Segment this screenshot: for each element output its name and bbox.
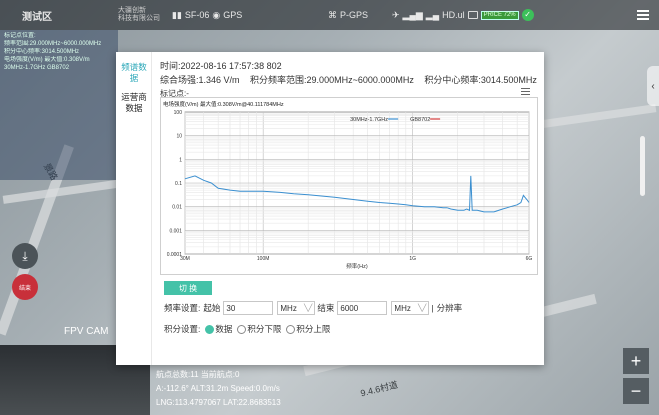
- start-frequency-input[interactable]: [223, 301, 274, 315]
- measurement-time: 时间:2022-08-16 17:57:38 802: [160, 61, 282, 71]
- chevron-down-icon: ╲╱: [417, 305, 427, 312]
- overlay-line: 积分中心频率:3014.500MHz: [4, 49, 80, 55]
- hd-signal-icon: ▂▄: [425, 9, 440, 20]
- menu-icon[interactable]: [637, 10, 649, 20]
- switch-button[interactable]: 切 换: [164, 281, 212, 295]
- frequency-settings-row: 频率设置: 起始 MHz ╲╱ 结束 MHz ╲╱ | 分辨率: [164, 300, 465, 316]
- x-tick-label: 1G: [409, 256, 416, 262]
- spectrum-chart: 100 10 1 0.1 0.01 0.001 0.0001 30M 100M 1G 6G 频率(Hz…: [160, 97, 538, 275]
- drone-signal-icon: ✈: [392, 9, 400, 20]
- y-tick-label: 1: [179, 157, 182, 163]
- legend-label: 30MHz-1.7GHz: [350, 117, 388, 123]
- zoom-out-button[interactable]: −: [623, 378, 649, 404]
- check-icon: ✓: [521, 9, 534, 21]
- top-status-bar: 测试区 大疆创新 科技有限公司 ▮▮ SF-06 ◉ GPS ⌘ P-GPS ✈ …: [0, 0, 659, 30]
- y-tick-label: 0.01: [172, 205, 182, 211]
- pgps-label: P-GPS: [340, 10, 369, 20]
- y-tick-label: 0.001: [169, 228, 182, 234]
- dialog-content: 时间:2022-08-16 17:57:38 802 综合场强:1.346 V/…: [160, 52, 540, 365]
- measurement-overlay: 标记点位置: 频率范围:29.000MHz~6000.000MHz 积分中心频率…: [0, 30, 118, 180]
- overlay-line: 标记点位置:: [4, 33, 36, 39]
- x-axis-label: 频率(Hz): [346, 262, 368, 270]
- flight-info-panel: 航点总数:11 当前航点:0 A:-112.6° ALT:31.2m Speed…: [150, 366, 350, 415]
- start-unit-select[interactable]: MHz ╲╱: [277, 301, 316, 315]
- separator: |: [431, 303, 434, 313]
- freq-settings-label: 频率设置:: [164, 303, 201, 313]
- y-tick-label: 0.1: [175, 181, 182, 187]
- spectrum-dialog: 频谱数据 运营商数据 时间:2022-08-16 17:57:38 802 综合…: [116, 52, 544, 365]
- center-frequency: 积分中心频率:3014.500MHz: [424, 75, 537, 85]
- gps-label: GPS: [223, 10, 243, 20]
- chevron-down-icon: ╲╱: [303, 305, 313, 312]
- radio-unchecked-icon: [286, 324, 296, 334]
- fpv-label: FPV CAM: [64, 326, 109, 337]
- dialog-tab-bar: 频谱数据 运营商数据: [116, 52, 152, 365]
- unit-value: MHz: [394, 303, 411, 313]
- x-tick-label: 100M: [257, 256, 270, 262]
- altitude-info: A:-112.6° ALT:31.2m Speed:0.0m/s: [156, 384, 280, 393]
- download-icon: ⤓: [22, 248, 28, 263]
- spectrum-chart-svg: 1001010.10.010.0010.000130M 100M 1G 6G频率(Hz…: [163, 100, 533, 270]
- hd-label: HD.ul: [442, 10, 465, 20]
- chart-menu-icon[interactable]: [521, 88, 530, 96]
- summary-line: 综合场强:1.346 V/m 积分频率范围:29.000MHz~6000.000…: [160, 73, 545, 86]
- x-tick-label: 6G: [526, 256, 533, 262]
- y-tick-label: 100: [174, 110, 183, 116]
- scroll-handle[interactable]: [640, 136, 645, 196]
- radio-upper-limit[interactable]: 积分上限: [281, 323, 330, 335]
- zoom-in-button[interactable]: +: [623, 348, 649, 374]
- remote-controller-icon: ▮▮: [172, 9, 182, 20]
- radio-lower-limit[interactable]: 积分下限: [232, 323, 281, 335]
- signal-status: ✈ ▂▄▆ ▂▄ HD.ul PRICE 72% ✓: [392, 0, 534, 30]
- radio-label: 积分下限: [247, 324, 282, 334]
- radio-unchecked-icon: [237, 324, 247, 334]
- start-label: 起始: [203, 303, 221, 313]
- radio-label: 积分上限: [296, 324, 331, 334]
- radio-checked-icon: [205, 324, 215, 334]
- company-line2: 科技有限公司: [118, 15, 160, 22]
- end-unit-select[interactable]: MHz ╲╱: [391, 301, 430, 315]
- collapse-arrow-icon[interactable]: ‹: [647, 66, 659, 106]
- x-tick-label: 30M: [180, 256, 190, 262]
- coordinate-info: LNG:113.4797067 LAT:22.8683513: [156, 398, 281, 407]
- integration-settings-row: 积分设置: 数据 积分下限 积分上限: [164, 322, 330, 336]
- overlay-line: 频率范围:29.000MHz~6000.000MHz: [4, 41, 102, 47]
- overlay-line: 30MHz-1.7GHz GB8702: [4, 65, 70, 71]
- end-label: 结束: [317, 303, 335, 313]
- signal-bars-icon: ▂▄▆: [402, 9, 423, 20]
- radio-data[interactable]: 数据: [200, 323, 232, 335]
- area-title: 测试区: [22, 11, 52, 23]
- unit-value: MHz: [280, 303, 297, 313]
- rc-status: ▮▮ SF-06 ◉ GPS: [172, 0, 242, 30]
- battery-badge: PRICE 72%: [480, 10, 519, 20]
- integration-range: 积分频率范围:29.000MHz~6000.000MHz: [250, 75, 414, 85]
- battery-icon: [467, 11, 478, 19]
- tab-spectrum-data[interactable]: 频谱数据: [119, 62, 149, 84]
- integ-settings-label: 积分设置:: [164, 324, 201, 334]
- stop-button[interactable]: 结束: [12, 274, 38, 300]
- waypoint-info: 航点总数:11 当前航点:0: [156, 370, 240, 379]
- chart-title: 电场强度(V/m) 最大值:0.308V/m@40.111784MHz: [163, 100, 284, 108]
- resolution-label: 分辨率: [436, 303, 463, 313]
- rc-label: SF-06: [184, 10, 210, 20]
- positioning-status: ⌘ P-GPS: [328, 0, 368, 30]
- y-tick-label: 10: [176, 134, 182, 140]
- overlay-line: 电场强度(V/m) 最大值:0.308V/m: [4, 57, 90, 63]
- legend-label: GB8702: [410, 117, 430, 123]
- gps-icon: ◉: [212, 9, 221, 20]
- stop-label: 结束: [18, 285, 31, 292]
- tab-operator-data[interactable]: 运营商数据: [119, 92, 149, 114]
- company-label: 大疆创新 科技有限公司: [118, 0, 160, 30]
- end-frequency-input[interactable]: [337, 301, 388, 315]
- satellite-icon: ⌘: [328, 9, 337, 20]
- radio-label: 数据: [215, 324, 233, 334]
- download-button[interactable]: ⤓: [12, 243, 38, 269]
- field-strength: 综合场强:1.346 V/m: [160, 75, 240, 85]
- company-line1: 大疆创新: [118, 7, 146, 14]
